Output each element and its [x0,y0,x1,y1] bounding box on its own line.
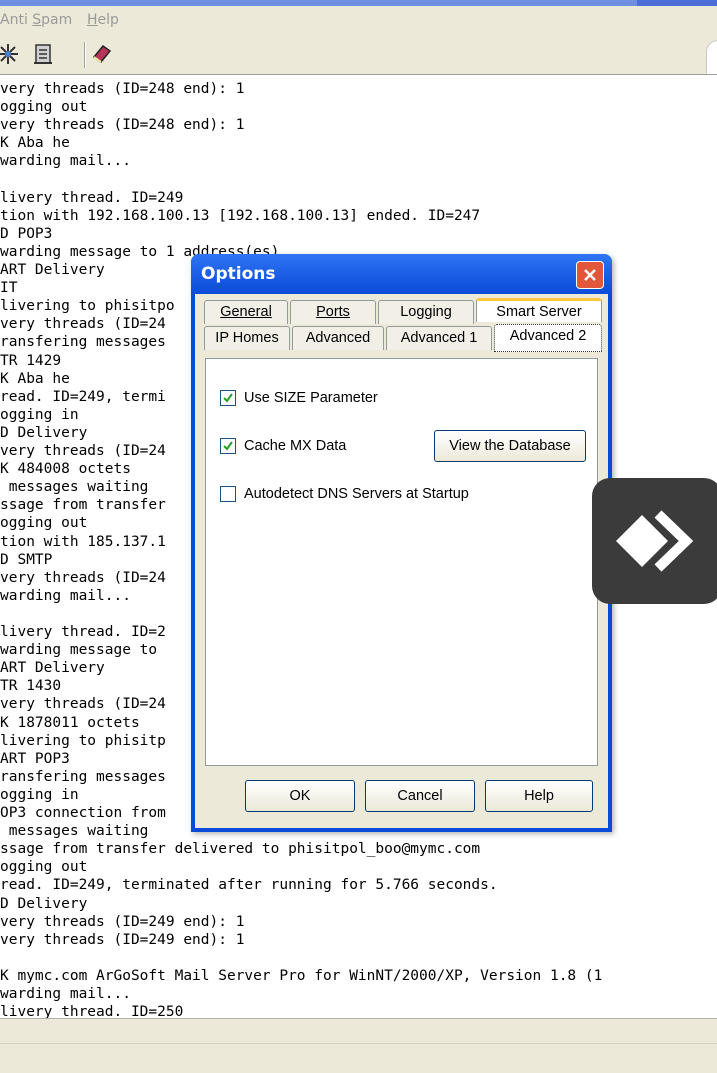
tab-advanced-1-label: Advanced 1 [400,330,478,346]
menu-help[interactable]: Help [87,12,119,28]
log-line: OP3 connection from [0,805,166,821]
log-line: ogging out [0,515,88,532]
toolbar-separator [84,42,86,68]
log-line: messages waiting [0,479,149,496]
log-line: livery thread. ID=249 [0,189,184,206]
log-line: warding mail... [0,587,131,604]
help-button[interactable]: Help [485,780,593,812]
tab-ip-homes[interactable]: IP Homes [204,326,290,350]
tab-general-label: General [220,304,272,320]
ok-button[interactable]: OK [245,780,355,812]
log-line: D SMTP [0,551,53,568]
tab-advanced-2[interactable]: Advanced 2 [494,324,602,352]
autodetect-dns-checkbox[interactable] [220,486,236,502]
log-line: ogging in [0,406,79,423]
tab-smart-server[interactable]: Smart Server [476,298,602,322]
log-line: K 484008 octets [0,461,131,478]
toolbar [0,34,717,74]
tab-ip-homes-label: IP Homes [215,330,279,346]
log-line: TR 1429 [0,352,62,369]
log-line: ssage from transfer [0,497,166,514]
use-size-label: Use SIZE Parameter [244,390,378,406]
log-line: ogging in [0,786,79,803]
log-line: D Delivery [0,424,88,441]
log-line: D Delivery [0,895,88,912]
log-line: ogging out [0,99,88,116]
log-line: very threads (ID=24 [0,569,166,586]
tab-general[interactable]: General [204,300,288,324]
log-line: very threads (ID=24 [0,443,166,459]
dialog-title-bar[interactable]: Options [191,254,612,294]
tab-smart-server-label: Smart Server [496,304,582,320]
snowflake-icon[interactable] [0,40,22,68]
log-line: very threads (ID=24 [0,696,166,713]
log-line: livery thread. ID=2 [0,624,166,640]
chevron-right-icon [616,510,694,572]
log-line: IT [0,280,18,297]
tab-advanced-2-label: Advanced 2 [509,328,587,344]
log-line: read. ID=249, terminated after running f… [0,877,498,894]
log-line: ssage from transfer delivered to phisitp… [0,841,481,858]
tab-advanced[interactable]: Advanced [292,326,384,350]
log-line: livering to phisitpo [0,298,175,315]
log-line: warding mail... [0,153,131,170]
tab-logging-label: Logging [400,304,452,320]
log-line: very threads (ID=248 end): 1 [0,117,245,134]
tab-logging[interactable]: Logging [378,300,474,324]
log-line: K Aba he [0,370,70,387]
tab-ports-label: Ports [316,304,350,320]
log-line: K mymc.com ArGoSoft Mail Server Pro for … [0,967,603,984]
tab-advanced-label: Advanced [305,330,371,346]
log-line: warding mail... [0,986,131,1002]
log-line: ART POP3 [0,750,70,767]
log-line: read. ID=249, termi [0,388,166,405]
cache-mx-label: Cache MX Data [244,438,347,454]
log-line: warding message to [0,642,158,659]
log-line: tion with 192.168.100.13 [192.168.100.13… [0,207,481,224]
log-line: very threads (ID=249 end): 1 [0,913,245,930]
log-line: livery thread. ID=250 [0,1004,184,1019]
view-database-button[interactable]: View the Database [434,430,586,462]
tab-ports[interactable]: Ports [290,300,376,324]
book-icon[interactable] [88,40,116,68]
log-line: K 1878011 octets [0,714,140,731]
server-icon[interactable] [30,40,58,68]
log-line: livering to phisitp [0,732,166,749]
cache-mx-checkbox[interactable] [220,438,236,454]
tab-advanced-1[interactable]: Advanced 1 [386,326,492,350]
use-size-checkbox[interactable] [220,390,236,406]
log-line: D POP3 [0,225,53,242]
dialog-title: Options [201,264,276,284]
cancel-button[interactable]: Cancel [365,780,475,812]
dialog-body: General Ports Logging Smart Server IP Ho… [195,294,608,828]
tab-panel: Use SIZE Parameter Cache MX Data View th… [205,358,598,766]
next-overlay-button[interactable] [592,478,717,604]
menu-anti-spam[interactable]: Anti Spam [0,12,72,28]
log-line: very threads (ID=24 [0,316,166,333]
log-line: very threads (ID=248 end): 1 [0,81,245,97]
status-bar-divider [0,1043,717,1044]
autodetect-dns-label: Autodetect DNS Servers at Startup [244,486,469,502]
close-icon[interactable] [576,261,604,289]
log-line: ransfering messages [0,334,166,351]
log-line: K Aba he [0,135,70,152]
log-line: tion with 185.137.1 [0,533,166,550]
status-bar [0,1018,717,1073]
log-line: TR 1430 [0,678,62,695]
options-dialog: Options General Ports Logging Smart Serv… [191,254,612,832]
log-line: ART Delivery [0,660,105,677]
log-line: very threads (ID=249 end): 1 [0,931,245,948]
log-line: ransfering messages [0,768,166,785]
log-line: ogging out [0,859,88,876]
log-line: messages waiting [0,823,149,840]
log-line: ART Delivery [0,262,105,278]
menu-bar: Anti Spam Help [0,6,717,34]
